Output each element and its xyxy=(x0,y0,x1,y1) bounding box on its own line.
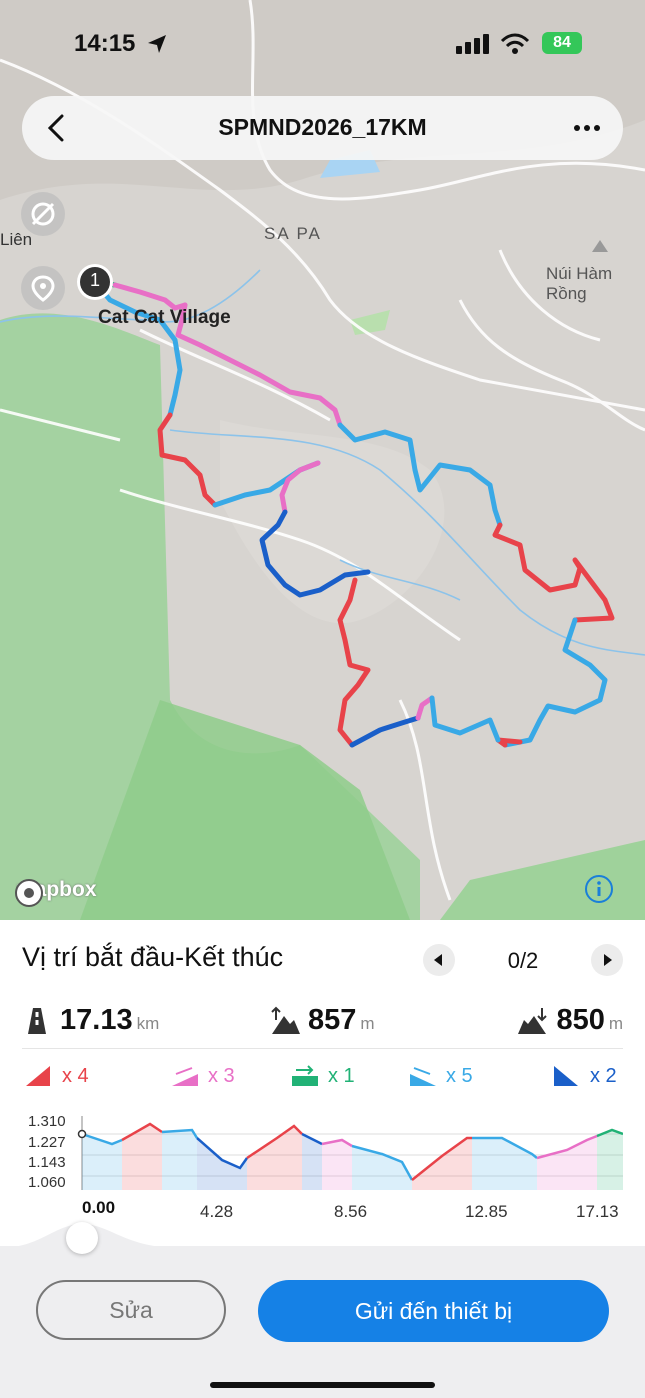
grade-steep-descent-count: x 2 xyxy=(590,1064,617,1087)
grade-moderate-climb: x 3 xyxy=(170,1064,235,1088)
road-icon xyxy=(28,1007,46,1034)
steep-descent-icon xyxy=(554,1066,578,1086)
grade-summary: x 4 x 3 x 1 x 5 x 2 xyxy=(22,1064,623,1094)
y-tick-label: 1.060 xyxy=(28,1174,66,1190)
grade-flat-count: x 1 xyxy=(328,1064,355,1087)
toggle-layer-button[interactable] xyxy=(21,192,65,236)
ascent-stat: 857 m xyxy=(270,1004,375,1037)
steep-climb-icon xyxy=(26,1066,50,1086)
header-bar: SPMND2026_17KM xyxy=(22,96,623,160)
more-horizontal-icon xyxy=(574,125,600,131)
descent-unit: m xyxy=(608,1014,623,1033)
send-to-device-button[interactable]: Gửi đến thiết bị xyxy=(258,1280,609,1342)
distance-unit: km xyxy=(136,1014,160,1033)
route-stats: 17.13 km 857 m 850 m xyxy=(22,1004,623,1048)
mapbox-logo-icon xyxy=(15,879,43,907)
moderate-descent-icon xyxy=(410,1067,436,1086)
y-tick-label: 1.227 xyxy=(28,1134,66,1151)
status-time: 14:15 xyxy=(74,30,136,57)
grade-flat: x 1 xyxy=(290,1064,355,1088)
x-axis-ticks: 0.00 4.28 8.56 12.85 17.13 xyxy=(0,1198,645,1226)
battery-indicator: 84 xyxy=(542,32,582,54)
grade-moderate-descent-count: x 5 xyxy=(446,1064,473,1087)
location-pin-icon xyxy=(31,275,55,302)
y-tick-label: 1.143 xyxy=(28,1154,66,1171)
info-icon xyxy=(585,875,613,903)
prev-segment-button[interactable] xyxy=(423,944,455,976)
segment-pager: 0/2 xyxy=(423,944,623,976)
cellular-signal-icon xyxy=(456,34,489,54)
ascent-value: 857 xyxy=(308,1004,357,1036)
map-info-button[interactable] xyxy=(584,874,614,904)
map-label-sapa: SA PA xyxy=(264,224,322,243)
descent-stat: 850 m xyxy=(518,1004,623,1037)
ascent-unit: m xyxy=(360,1014,375,1033)
elevation-chart: 1.310 1.227 1.143 1.060 xyxy=(28,1113,624,1191)
home-indicator xyxy=(210,1382,435,1388)
ascent-icon xyxy=(271,1006,300,1034)
moderate-climb-icon xyxy=(172,1067,198,1086)
x-tick-label: 12.85 xyxy=(465,1202,508,1221)
elevation-profile[interactable]: 1.310 1.227 1.143 1.060 xyxy=(22,1110,624,1191)
more-options-button[interactable] xyxy=(569,110,605,146)
layers-off-icon xyxy=(31,202,55,226)
distance-stat: 17.13 km xyxy=(22,1004,159,1037)
next-segment-button[interactable] xyxy=(591,944,623,976)
x-tick-label: 17.13 xyxy=(576,1202,619,1221)
distance-value: 17.13 xyxy=(60,1004,133,1036)
map-label-village: Cat Cat Village xyxy=(98,307,231,328)
status-bar: 14:15 84 xyxy=(0,28,645,62)
x-tick-label: 4.28 xyxy=(200,1202,234,1221)
route-info-panel: Vị trí bắt đầu-Kết thúc 0/2 17.13 km 857… xyxy=(0,920,645,1246)
page-title: SPMND2026_17KM xyxy=(218,114,427,140)
triangle-left-icon xyxy=(434,954,442,966)
x-tick-label: 0.00 xyxy=(82,1198,116,1217)
descent-value: 850 xyxy=(556,1004,605,1036)
grade-moderate-descent: x 5 xyxy=(408,1064,473,1088)
y-tick-label: 1.310 xyxy=(28,1113,66,1130)
grade-steep-climb-count: x 4 xyxy=(62,1064,89,1087)
pager-text: 0/2 xyxy=(507,948,539,973)
mapbox-attribution[interactable]: mapbox xyxy=(14,878,97,907)
triangle-right-icon xyxy=(604,954,612,966)
edit-button[interactable]: Sửa xyxy=(36,1280,226,1340)
location-arrow-icon xyxy=(148,35,166,53)
my-location-button[interactable] xyxy=(21,266,65,310)
grade-moderate-climb-count: x 3 xyxy=(208,1064,235,1087)
start-marker-label: 1 xyxy=(89,270,100,290)
grade-steep-descent: x 2 xyxy=(552,1064,617,1088)
descent-icon xyxy=(518,1007,548,1034)
elevation-scrubber-handle[interactable] xyxy=(66,1222,98,1254)
wifi-icon xyxy=(500,33,530,54)
flat-icon xyxy=(292,1065,318,1086)
section-title: Vị trí bắt đầu-Kết thúc xyxy=(22,942,284,972)
stats-divider xyxy=(22,1048,623,1049)
action-bar: Sửa Gửi đến thiết bị xyxy=(0,1224,645,1398)
map-label-mountain: Núi Hàm Rồng xyxy=(546,264,613,303)
x-tick-label: 8.56 xyxy=(334,1202,368,1221)
grade-steep-climb: x 4 xyxy=(24,1064,89,1088)
